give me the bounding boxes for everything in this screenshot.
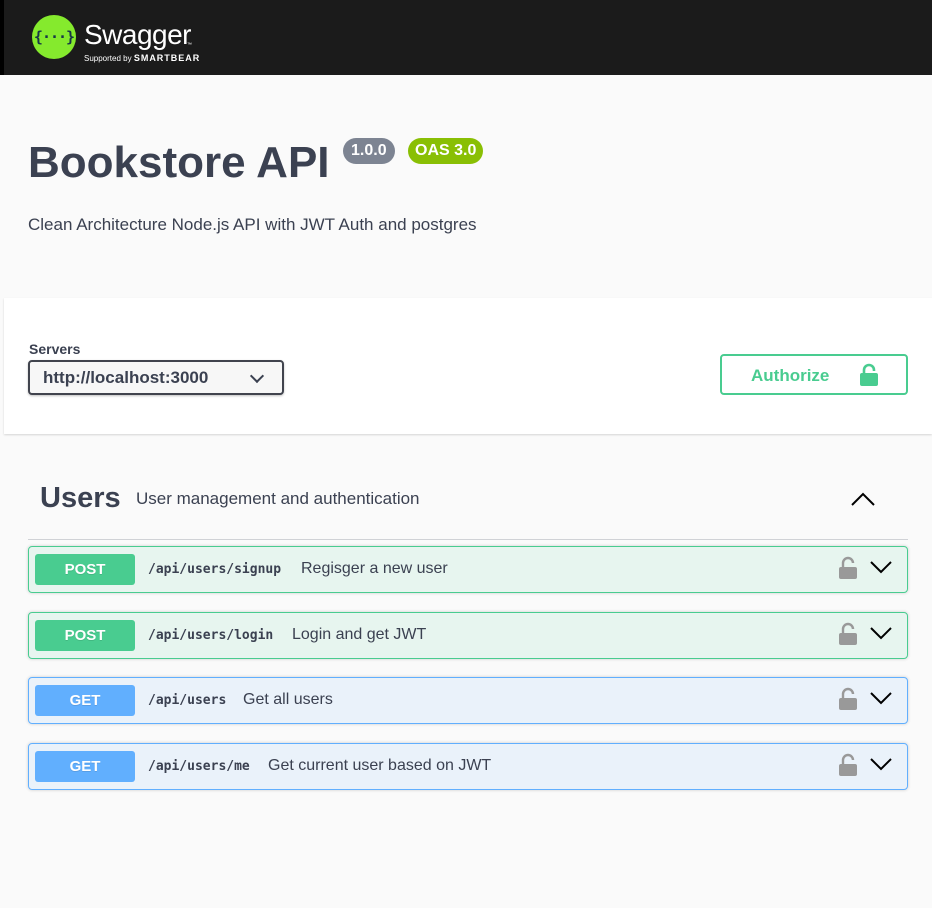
swagger-logo[interactable]: {···} Swagger ™ Supported by SMARTBEAR bbox=[32, 13, 214, 63]
tag-section-users: Users User management and authentication bbox=[28, 470, 908, 540]
topbar: {···} Swagger ™ Supported by SMARTBEAR bbox=[0, 0, 932, 75]
method-badge: POST bbox=[35, 620, 135, 651]
lock-open-icon[interactable] bbox=[838, 622, 858, 646]
brand-subtitle: Supported by SMARTBEAR bbox=[84, 53, 200, 63]
brand-sub-prefix: Supported by bbox=[84, 54, 134, 63]
oas-badge: OAS 3.0 bbox=[408, 138, 484, 164]
lock-open-icon[interactable] bbox=[838, 687, 858, 711]
chevron-up-icon[interactable] bbox=[850, 490, 876, 508]
version-badge: 1.0.0 bbox=[343, 138, 395, 164]
operation-get-me[interactable]: GET /api/users/me Get current user based… bbox=[28, 743, 908, 790]
api-title: Bookstore API bbox=[28, 138, 330, 187]
chevron-down-icon bbox=[249, 368, 265, 384]
authorize-label: Authorize bbox=[751, 366, 830, 385]
operation-get-users[interactable]: GET /api/users Get all users bbox=[28, 677, 908, 724]
operation-path: /api/users/me bbox=[148, 759, 250, 774]
operation-summary: Get all users bbox=[243, 691, 333, 708]
operation-path: /api/users bbox=[148, 693, 227, 708]
chevron-down-icon[interactable] bbox=[869, 559, 893, 575]
api-description: Clean Architecture Node.js API with JWT … bbox=[28, 215, 477, 234]
lock-open-icon[interactable] bbox=[838, 753, 858, 777]
servers-label: Servers bbox=[29, 341, 81, 357]
operation-summary: Login and get JWT bbox=[292, 626, 427, 643]
lock-open-icon[interactable] bbox=[838, 556, 858, 580]
operation-login[interactable]: POST /api/users/login Login and get JWT bbox=[28, 612, 908, 659]
operation-signup[interactable]: POST /api/users/signup Regisger a new us… bbox=[28, 546, 908, 593]
api-info: Bookstore API 1.0.0 OAS 3.0 Clean Archit… bbox=[4, 75, 932, 298]
chevron-down-icon[interactable] bbox=[869, 756, 893, 772]
swagger-logo-icon: {···} bbox=[32, 15, 76, 59]
tag-name: Users bbox=[40, 482, 121, 514]
operation-path: /api/users/login bbox=[148, 628, 274, 643]
logo-wordmark: Swagger ™ Supported by SMARTBEAR bbox=[84, 15, 214, 63]
method-badge: GET bbox=[35, 751, 135, 782]
servers-select[interactable]: http://localhost:3000 bbox=[28, 360, 284, 395]
operation-summary: Get current user based on JWT bbox=[268, 757, 492, 774]
chevron-down-icon[interactable] bbox=[869, 690, 893, 706]
operation-path: /api/users/signup bbox=[148, 562, 282, 577]
chevron-down-icon[interactable] bbox=[869, 625, 893, 641]
authorize-button[interactable]: Authorize bbox=[720, 354, 908, 395]
brand-name: Swagger bbox=[84, 19, 192, 50]
tag-header[interactable]: Users User management and authentication bbox=[28, 470, 908, 540]
tag-description: User management and authentication bbox=[136, 489, 420, 508]
method-badge: POST bbox=[35, 554, 135, 585]
method-badge: GET bbox=[35, 685, 135, 716]
brand-sub-company: SMARTBEAR bbox=[133, 53, 201, 63]
operation-summary: Regisger a new user bbox=[301, 560, 448, 577]
lock-icon bbox=[860, 363, 878, 386]
brand-trademark: ™ bbox=[187, 42, 192, 48]
servers-selected-value: http://localhost:3000 bbox=[43, 368, 209, 387]
scheme-container: Servers http://localhost:3000 Authorize bbox=[4, 298, 932, 434]
